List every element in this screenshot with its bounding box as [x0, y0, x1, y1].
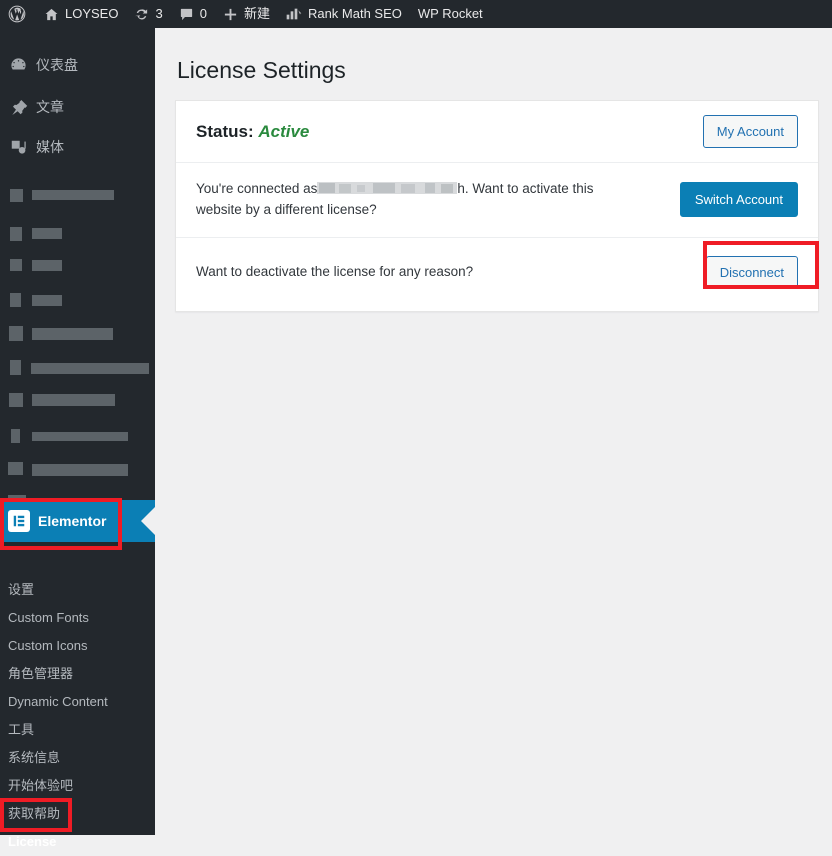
sidebar-item-redacted[interactable] [0, 427, 155, 461]
rank-math-icon [286, 7, 302, 21]
admin-bar: LOYSEO 3 0 新建 Rank Math SEO WP Rocket [0, 0, 832, 28]
sidebar-item-redacted[interactable] [0, 324, 155, 358]
connected-account-row: You're connected as h. Want to activate t… [176, 163, 818, 238]
sidebar-item-posts[interactable]: 文章 [0, 90, 155, 124]
submenu-item-license[interactable]: License [0, 828, 155, 856]
elementor-submenu: 设置 Custom Fonts Custom Icons 角色管理器 Dynam… [0, 548, 155, 856]
page-title: License Settings [177, 57, 346, 83]
redacted-icon [10, 259, 22, 271]
rank-math-label: Rank Math SEO [307, 6, 402, 21]
sidebar-item-redacted[interactable] [0, 224, 155, 258]
sidebar-item-redacted[interactable] [0, 460, 155, 494]
redacted-label [32, 394, 115, 406]
submenu-item-tools[interactable]: 工具 [0, 716, 155, 744]
license-settings-card: Status: Active My Account You're connect… [175, 100, 819, 312]
dashboard-icon [0, 56, 36, 75]
sidebar-item-redacted[interactable] [0, 391, 155, 425]
redacted-label [32, 328, 113, 340]
switch-account-button[interactable]: Switch Account [679, 182, 798, 218]
media-icon [0, 138, 36, 157]
main-content: License Settings Status: Active My Accou… [155, 28, 832, 835]
redacted-label [32, 432, 128, 441]
redacted-label [32, 228, 62, 239]
sidebar-item-label: 文章 [36, 99, 64, 115]
deactivate-text: Want to deactivate the license for any r… [196, 263, 474, 279]
redacted-label [32, 260, 62, 271]
my-account-button[interactable]: My Account [702, 115, 798, 148]
redacted-icon [10, 227, 22, 241]
updates-icon [134, 7, 149, 22]
redacted-icon [10, 293, 21, 307]
sidebar-item-redacted[interactable] [0, 256, 155, 290]
new-content-menu[interactable]: 新建 [215, 0, 278, 28]
comments-icon [179, 7, 194, 22]
sidebar-item-label: 媒体 [36, 139, 64, 155]
comments-count: 0 [199, 6, 207, 21]
updates-count: 3 [155, 6, 163, 21]
submenu-item-custom-fonts[interactable]: Custom Fonts [0, 604, 155, 632]
updates-menu[interactable]: 3 [126, 0, 170, 28]
wordpress-logo-icon [7, 4, 27, 24]
redacted-icon [9, 393, 23, 407]
disconnect-button[interactable]: Disconnect [705, 255, 798, 289]
rank-math-menu[interactable]: Rank Math SEO [278, 0, 410, 28]
admin-sidebar: 仪表盘 文章 媒体 Elementor 设置 Custom Fonts Cust… [0, 28, 155, 849]
redacted-icon [10, 189, 23, 202]
redacted-label [32, 464, 128, 476]
site-name-menu[interactable]: LOYSEO [36, 0, 126, 28]
submenu-arrow-icon [141, 500, 155, 542]
redacted-icon [10, 360, 21, 375]
wp-rocket-menu[interactable]: WP Rocket [410, 0, 491, 28]
connected-account-text: You're connected as h. Want to activate t… [196, 179, 626, 221]
submenu-item-custom-icons[interactable]: Custom Icons [0, 632, 155, 660]
redacted-icon [9, 326, 23, 341]
site-name-label: LOYSEO [65, 6, 119, 21]
status-line: Status: Active [196, 122, 309, 142]
comments-menu[interactable]: 0 [171, 0, 215, 28]
submenu-item-system-info[interactable]: 系统信息 [0, 744, 155, 772]
submenu-item-role-manager[interactable]: 角色管理器 [0, 660, 155, 688]
submenu-item-dynamic-content[interactable]: Dynamic Content [0, 688, 155, 716]
sidebar-item-redacted[interactable] [0, 290, 155, 324]
sidebar-item-dashboard[interactable]: 仪表盘 [0, 48, 155, 82]
status-label: Status: [196, 121, 254, 141]
deactivate-row: Want to deactivate the license for any r… [176, 238, 818, 311]
status-row: Status: Active My Account [176, 101, 818, 163]
redacted-label [32, 295, 62, 306]
redacted-label [31, 363, 149, 374]
plus-icon [223, 7, 238, 22]
home-icon [44, 7, 59, 22]
sidebar-item-elementor[interactable]: Elementor [0, 500, 155, 542]
redacted-account-name [317, 182, 458, 194]
sidebar-item-label: 仪表盘 [36, 57, 78, 73]
connected-text-before: You're connected as [196, 181, 318, 196]
status-badge: Active [258, 121, 310, 141]
redacted-label [32, 190, 114, 200]
new-content-label: 新建 [243, 6, 270, 21]
wp-rocket-label: WP Rocket [417, 6, 483, 21]
sidebar-item-label: Elementor [38, 513, 107, 529]
sidebar-item-media[interactable]: 媒体 [0, 130, 155, 164]
elementor-icon [8, 510, 30, 532]
submenu-item-get-started[interactable]: 开始体验吧 [0, 772, 155, 800]
sidebar-item-redacted[interactable] [0, 358, 155, 392]
wordpress-logo-button[interactable] [0, 0, 36, 28]
redacted-icon [11, 429, 20, 443]
redacted-icon [8, 462, 23, 475]
submenu-item-settings[interactable]: 设置 [0, 576, 155, 604]
post-pin-icon [0, 98, 36, 117]
submenu-item-get-help[interactable]: 获取帮助 [0, 800, 155, 828]
sidebar-item-redacted[interactable] [0, 186, 155, 220]
